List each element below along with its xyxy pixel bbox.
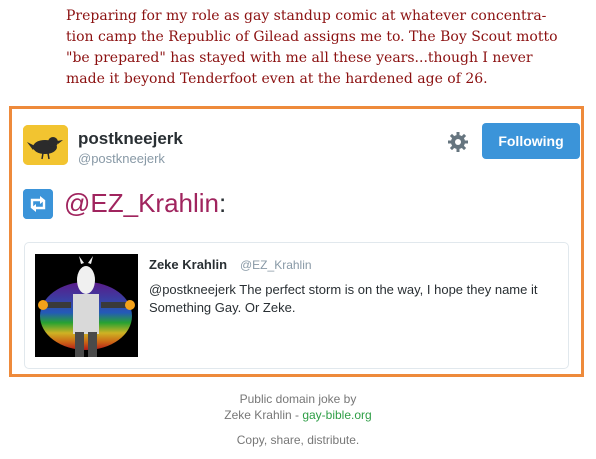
quoted-author-name[interactable]: Zeke Krahlin (149, 257, 227, 272)
tweet-username[interactable]: postkneejerk (78, 129, 183, 149)
quoted-tweet-image (35, 254, 138, 357)
quoted-tweet[interactable]: Zeke Krahlin @EZ_Krahlin @postkneejerk T… (24, 242, 569, 369)
quoted-author-handle[interactable]: @EZ_Krahlin (240, 258, 312, 272)
following-button[interactable]: Following (482, 123, 580, 159)
footer-site-link[interactable]: gay-bible.org (302, 408, 371, 422)
retweet-mention-link[interactable]: @EZ_Krahlin (64, 188, 219, 218)
gear-icon[interactable] (447, 131, 469, 153)
footer-author-text: Zeke Krahlin - (224, 408, 303, 422)
bird-avatar-icon[interactable] (23, 125, 68, 165)
retweet-heading: @EZ_Krahlin: (64, 188, 226, 219)
retweet-colon: : (219, 188, 227, 218)
retweet-icon (23, 189, 53, 219)
tweet-handle[interactable]: @postkneejerk (78, 151, 165, 166)
footer-license: Copy, share, distribute. (236, 433, 360, 447)
footer-credit: Public domain joke by (239, 392, 357, 406)
footer-author: Zeke Krahlin - gay-bible.org (0, 408, 596, 422)
quoted-tweet-text: @postkneejerk The perfect storm is on th… (149, 282, 538, 315)
tweet-card: postkneejerk @postkneejerk Following @EZ… (9, 106, 584, 377)
caption-text: Preparing for my role as gay standup com… (66, 8, 558, 87)
